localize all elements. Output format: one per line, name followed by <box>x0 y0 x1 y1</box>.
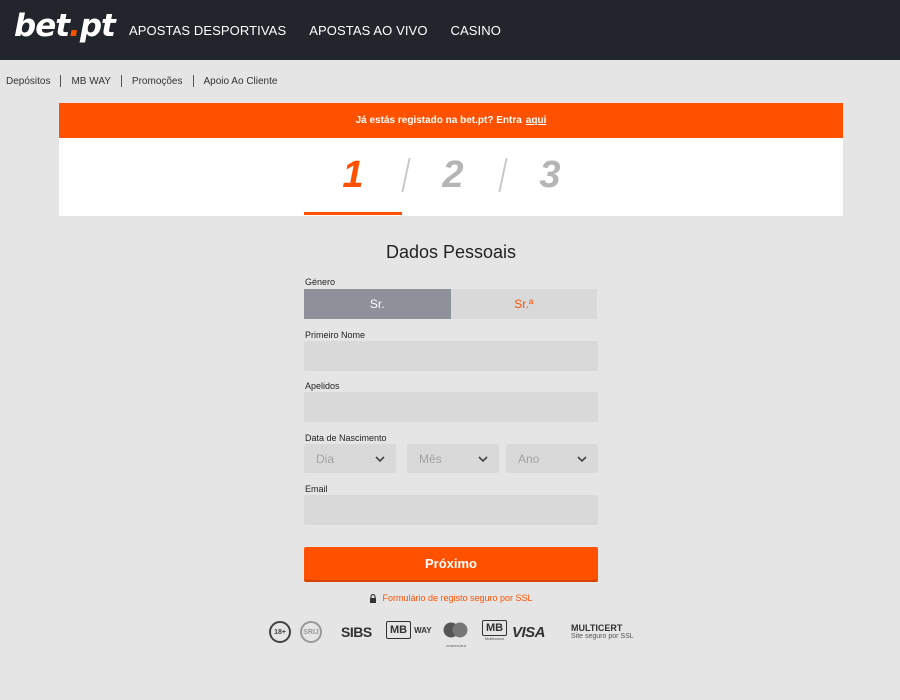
chevron-down-icon <box>478 455 488 462</box>
subnav-apoio-cliente[interactable]: Apoio Ao Cliente <box>204 76 278 87</box>
brand-logo[interactable]: bet.pt <box>14 8 116 44</box>
mastercard-text: mastercard <box>445 643 466 648</box>
subnav-divider <box>120 75 122 87</box>
dob-month-value: Mês <box>419 451 442 466</box>
logo-text-dot: . <box>69 8 81 44</box>
surname-label: Apelidos <box>305 381 340 391</box>
subnav-depositos[interactable]: Depósitos <box>6 76 50 87</box>
subnav-divider <box>192 75 194 87</box>
dob-day-select[interactable]: Dia <box>304 444 396 473</box>
multibanco-sub-text: Multibanco <box>484 636 505 641</box>
email-field[interactable] <box>304 495 598 525</box>
lock-icon <box>370 593 377 603</box>
dob-label: Data de Nascimento <box>305 433 387 443</box>
step-2: 2 <box>442 154 464 196</box>
srij-badge: SRIJ <box>300 621 322 643</box>
ssl-note: Formulário de registo seguro por SSL <box>304 593 598 603</box>
mbway-way-text: WAY <box>414 625 432 635</box>
surname-field[interactable] <box>304 392 598 422</box>
subnav-promocoes[interactable]: Promoções <box>132 76 183 87</box>
mastercard-logo: mastercard <box>441 622 471 648</box>
sibs-logo: SIBS <box>341 624 372 640</box>
chevron-down-icon <box>577 455 587 462</box>
ssl-note-text: Formulário de registo seguro por SSL <box>382 593 533 603</box>
banner-login-link[interactable]: aqui <box>526 115 547 126</box>
multibanco-mb-text: MB <box>482 620 508 636</box>
logo-text-pt: pt <box>79 8 116 44</box>
form-title: Dados Pessoais <box>385 242 517 262</box>
logo-text-bet: bet <box>14 8 70 44</box>
subnav-mbway[interactable]: MB WAY <box>71 76 110 87</box>
login-banner: Já estás registado na bet.pt? Entra aqui <box>59 103 843 138</box>
nav-apostas-ao-vivo[interactable]: APOSTAS AO VIVO <box>309 23 427 38</box>
next-button[interactable]: Próximo <box>304 547 598 580</box>
nav-apostas-desportivas[interactable]: APOSTAS DESPORTIVAS <box>129 23 286 38</box>
chevron-down-icon <box>375 455 385 462</box>
mbway-mb-text: MB <box>386 621 412 639</box>
main-nav: APOSTAS DESPORTIVAS APOSTAS AO VIVO CASI… <box>129 0 524 60</box>
subnav-divider <box>60 75 62 87</box>
gender-toggle: Sr. Sr.ª <box>304 289 597 319</box>
dob-year-value: Ano <box>518 451 540 466</box>
step-1: 1 <box>342 154 364 196</box>
top-header: bet.pt APOSTAS DESPORTIVAS APOSTAS AO VI… <box>0 0 900 60</box>
visa-logo: VISA <box>512 624 546 641</box>
multicert-subtitle: Site seguro por SSL <box>571 633 634 640</box>
mastercard-circles-icon <box>443 622 468 638</box>
step-3: 3 <box>539 154 561 196</box>
gender-option-sra[interactable]: Sr.ª <box>450 289 597 319</box>
mbway-logo: MB WAY <box>386 621 432 639</box>
active-step-indicator <box>304 212 402 215</box>
dob-day-value: Dia <box>316 451 335 466</box>
sub-nav: Depósitos MB WAY Promoções Apoio Ao Clie… <box>0 60 900 102</box>
multicert-title: MULTICERT <box>571 623 623 633</box>
multicert-logo: MULTICERT Site seguro por SSL <box>571 623 634 640</box>
gender-label: Género <box>305 277 336 287</box>
banner-text: Já estás registado na bet.pt? Entra <box>355 115 522 126</box>
first-name-field[interactable] <box>304 341 598 371</box>
dob-year-select[interactable]: Ano <box>506 444 598 473</box>
first-name-label: Primeiro Nome <box>305 330 366 340</box>
registration-steps: 1 2 3 <box>59 138 843 216</box>
age-restriction-badge: 18+ <box>269 621 291 643</box>
dob-month-select[interactable]: Mês <box>407 444 499 473</box>
email-label: Email <box>305 484 328 494</box>
nav-casino[interactable]: CASINO <box>451 23 501 38</box>
multibanco-logo: MB Multibanco <box>482 620 508 641</box>
gender-option-sr[interactable]: Sr. <box>304 289 451 319</box>
